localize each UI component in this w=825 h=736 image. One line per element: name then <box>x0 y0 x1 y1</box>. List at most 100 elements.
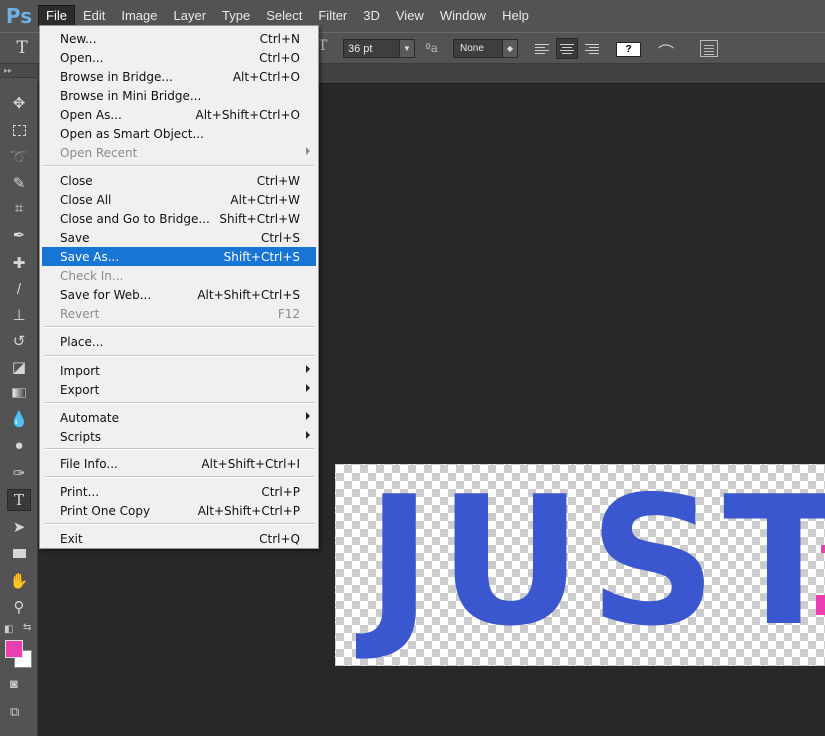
document-canvas[interactable]: JUST <box>335 464 825 666</box>
menu-item-exit[interactable]: Exit Ctrl+Q <box>42 529 316 548</box>
quick-selection-tool-icon[interactable]: ✎ <box>7 172 31 194</box>
foreground-color-swatch[interactable] <box>5 640 23 658</box>
menu-3d[interactable]: 3D <box>355 5 388 27</box>
menu-separator <box>44 165 314 167</box>
warp-text-icon[interactable]: ⌒ <box>658 39 674 63</box>
submenu-arrow-icon <box>306 147 310 155</box>
menu-file[interactable]: File <box>38 5 75 27</box>
screen-mode-icon[interactable]: ⧉ <box>10 704 19 720</box>
font-size-value: 36 pt <box>348 42 373 55</box>
pink-character-fragment <box>821 545 825 553</box>
menu-item-place[interactable]: Place... <box>42 332 316 351</box>
rectangle-tool-icon[interactable] <box>7 542 31 564</box>
menu-filter[interactable]: Filter <box>310 5 355 27</box>
menu-item-export[interactable]: Export <box>42 380 316 399</box>
menu-item-new[interactable]: New... Ctrl+N <box>42 29 316 48</box>
menu-layer[interactable]: Layer <box>166 5 215 27</box>
character-panel-icon[interactable] <box>700 40 718 57</box>
menu-item-save[interactable]: Save Ctrl+S <box>42 228 316 247</box>
menu-item-automate[interactable]: Automate <box>42 408 316 427</box>
menu-item-close[interactable]: Close Ctrl+W <box>42 171 316 190</box>
menu-item-label: Import <box>60 363 100 378</box>
menu-item-file-info[interactable]: File Info... Alt+Shift+Ctrl+I <box>42 454 316 473</box>
updown-arrow-icon[interactable]: ◆ <box>502 40 517 57</box>
menu-item-open[interactable]: Open... Ctrl+O <box>42 48 316 67</box>
type-tool-preset-icon[interactable]: T <box>10 37 34 59</box>
menu-help[interactable]: Help <box>494 5 537 27</box>
menu-item-save-for-web[interactable]: Save for Web... Alt+Shift+Ctrl+S <box>42 285 316 304</box>
menu-view[interactable]: View <box>388 5 432 27</box>
hand-tool-icon[interactable]: ✋ <box>7 570 31 592</box>
menu-item-close-all[interactable]: Close All Alt+Ctrl+W <box>42 190 316 209</box>
menu-item-shortcut: Alt+Shift+Ctrl+O <box>195 107 300 122</box>
lasso-tool-icon[interactable]: ➰ <box>7 146 31 168</box>
menu-separator <box>44 326 314 328</box>
gradient-tool-icon[interactable] <box>7 382 31 404</box>
menu-select[interactable]: Select <box>258 5 310 27</box>
menu-image[interactable]: Image <box>113 5 165 27</box>
eyedropper-tool-icon[interactable]: ✒ <box>7 224 31 246</box>
submenu-arrow-icon <box>306 431 310 439</box>
menu-item-label: Close <box>60 173 93 188</box>
menu-item-scripts[interactable]: Scripts <box>42 427 316 446</box>
blur-tool-icon[interactable]: 💧 <box>7 408 31 430</box>
text-color-swatch[interactable]: ? <box>616 42 641 57</box>
menu-item-label: Open as Smart Object... <box>60 126 204 141</box>
healing-brush-tool-icon[interactable]: ✚ <box>7 252 31 274</box>
menu-item-label: New... <box>60 31 97 46</box>
menu-item-print[interactable]: Print... Ctrl+P <box>42 482 316 501</box>
history-brush-tool-icon[interactable]: ↺ <box>7 330 31 352</box>
menu-item-label: Place... <box>60 334 104 349</box>
menu-item-shortcut: Alt+Ctrl+O <box>232 69 300 84</box>
menu-item-shortcut: Alt+Shift+Ctrl+S <box>197 287 300 302</box>
font-size-select[interactable]: 36 pt ▼ <box>343 39 415 58</box>
menu-item-save-as[interactable]: Save As... Shift+Ctrl+S <box>42 247 316 266</box>
font-size-icon: T <box>318 38 328 54</box>
menu-item-label: Open As... <box>60 107 122 122</box>
menu-item-label: Open Recent <box>60 145 138 160</box>
menu-item-label: Check In... <box>60 268 124 283</box>
align-right-button[interactable] <box>581 38 603 59</box>
clone-stamp-tool-icon[interactable]: ⊥ <box>7 304 31 326</box>
type-tool-icon[interactable]: T <box>7 489 31 511</box>
menu-item-revert: Revert F12 <box>42 304 316 323</box>
menu-item-print-one-copy[interactable]: Print One Copy Alt+Shift+Ctrl+P <box>42 501 316 520</box>
menu-item-label: Save for Web... <box>60 287 152 302</box>
menu-item-open-as-smart-object[interactable]: Open as Smart Object... <box>42 124 316 143</box>
default-colors-icon[interactable]: ◧ <box>4 624 13 635</box>
crop-tool-icon[interactable]: ⌗ <box>7 197 31 219</box>
swap-colors-icon[interactable]: ⇆ <box>23 622 31 633</box>
menu-separator <box>44 402 314 404</box>
menu-item-label: Save <box>60 230 90 245</box>
layer-text: JUST <box>356 465 825 665</box>
move-tool-icon[interactable]: ✥ <box>7 92 31 114</box>
menu-item-open-as[interactable]: Open As... Alt+Shift+Ctrl+O <box>42 105 316 124</box>
menu-item-browse-in-bridge[interactable]: Browse in Bridge... Alt+Ctrl+O <box>42 67 316 86</box>
path-selection-tool-icon[interactable]: ➤ <box>7 516 31 538</box>
zoom-tool-icon[interactable]: ⚲ <box>7 596 31 618</box>
menu-item-shortcut: Ctrl+N <box>259 31 300 46</box>
menu-separator <box>44 355 314 357</box>
align-left-button[interactable] <box>531 38 553 59</box>
menu-item-label: Exit <box>60 531 83 546</box>
quick-mask-icon[interactable]: ◙ <box>10 676 18 691</box>
antialias-select[interactable]: None ◆ <box>453 39 518 58</box>
submenu-arrow-icon <box>306 384 310 392</box>
menu-item-shortcut: Alt+Ctrl+W <box>230 192 300 207</box>
eraser-tool-icon[interactable]: ◪ <box>7 356 31 378</box>
menu-edit[interactable]: Edit <box>75 5 113 27</box>
dodge-tool-icon[interactable]: ● <box>7 434 31 456</box>
menu-item-shortcut: Ctrl+O <box>259 50 300 65</box>
menu-item-import[interactable]: Import <box>42 361 316 380</box>
pen-tool-icon[interactable]: ✑ <box>7 462 31 484</box>
brush-tool-icon[interactable]: / <box>7 278 31 300</box>
menu-window[interactable]: Window <box>432 5 494 27</box>
menu-type[interactable]: Type <box>214 5 258 27</box>
menu-item-close-and-go-to-bridge[interactable]: Close and Go to Bridge... Shift+Ctrl+W <box>42 209 316 228</box>
chevron-down-icon[interactable]: ▼ <box>399 40 414 57</box>
menu-item-browse-in-mini-bridge[interactable]: Browse in Mini Bridge... <box>42 86 316 105</box>
align-center-button[interactable] <box>556 38 578 59</box>
toolbox-collapse-grip[interactable]: ▸▸ <box>0 64 37 78</box>
marquee-tool-icon[interactable] <box>7 119 31 141</box>
menu-items: File Edit Image Layer Type Select Filter 3D View… <box>38 5 537 27</box>
